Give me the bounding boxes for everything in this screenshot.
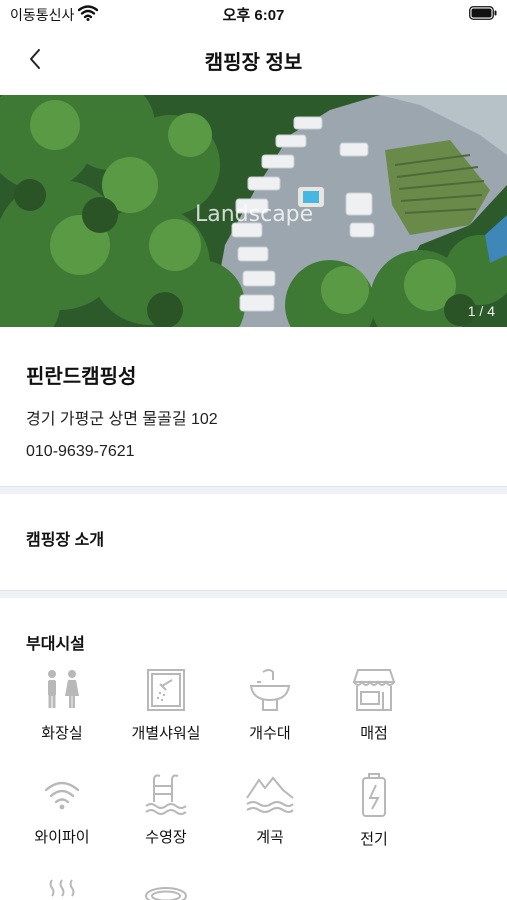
amenity-sink: 개수대 <box>220 668 320 743</box>
campsite-aerial-photo: Landscape <box>0 95 507 327</box>
shower-icon <box>147 669 185 711</box>
camp-address: 경기 가평군 상면 물골길 102 <box>26 411 218 428</box>
amenity-label: 수영장 <box>145 829 187 846</box>
trampoline-icon <box>145 887 187 900</box>
hot-spring-icon <box>49 879 75 897</box>
amenity-pool: 수영장 <box>116 772 216 847</box>
hero-image-carousel[interactable]: Landscape 1 / 4 <box>0 95 507 327</box>
wifi-icon <box>44 781 80 810</box>
status-bar: 이동통신사 오후 6:07 <box>0 0 507 28</box>
camp-phone[interactable]: 010-9639-7621 <box>26 443 486 461</box>
amenity-store: 매점 <box>324 668 424 743</box>
camp-name: 핀란드캠핑성 <box>26 366 137 388</box>
landscape-watermark: Landscape <box>195 202 313 227</box>
status-time: 오후 6:07 <box>222 7 285 24</box>
electricity-icon <box>362 773 386 817</box>
amenity-label: 개수대 <box>249 725 291 742</box>
facilities-section-title: 부대시설 <box>26 636 85 653</box>
camp-info: 핀란드캠핑성 경기 가평군 상면 물골길 102 010-9639-7621 <box>26 360 486 461</box>
amenity-restroom: 화장실 <box>12 668 112 743</box>
valley-icon <box>246 776 294 813</box>
store-icon <box>352 669 396 711</box>
battery-icon <box>469 6 497 20</box>
amenity-shower: 개별샤워실 <box>116 668 216 743</box>
amenity-label: 매점 <box>360 725 388 742</box>
amenity-valley: 계곡 <box>220 772 320 847</box>
pool-icon <box>145 774 187 815</box>
amenity-label: 전기 <box>360 831 388 848</box>
amenity-wifi: 와이파이 <box>12 772 112 847</box>
amenity-label: 와이파이 <box>34 829 90 846</box>
amenity-trampoline <box>116 876 216 900</box>
amenity-label: 개별샤워실 <box>131 725 201 742</box>
amenity-label: 화장실 <box>41 725 83 742</box>
amenity-electricity: 전기 <box>324 772 424 849</box>
page-title: 캠핑장 정보 <box>204 52 303 74</box>
intro-section-title: 캠핑장 소개 <box>26 532 105 549</box>
section-divider <box>0 590 507 598</box>
amenity-hot-spring <box>12 876 112 900</box>
nav-bar: 캠핑장 정보 <box>0 30 507 88</box>
image-page-counter: 1 / 4 <box>467 303 495 319</box>
restroom-icon <box>48 670 79 708</box>
sink-icon <box>249 669 291 711</box>
section-divider <box>0 486 507 494</box>
amenity-label: 계곡 <box>256 829 284 846</box>
